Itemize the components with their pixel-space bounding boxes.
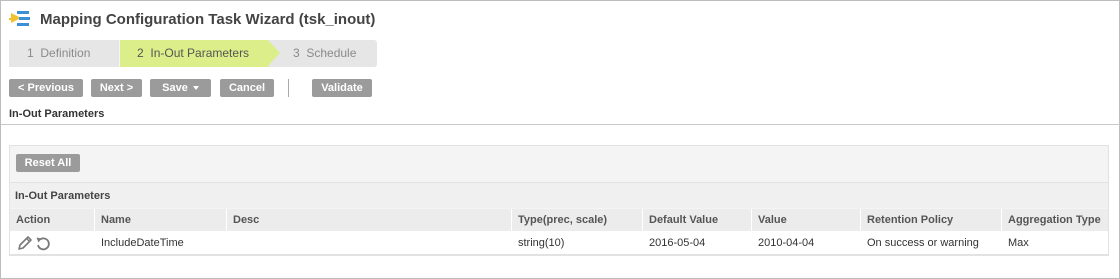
column-header-type[interactable]: Type(prec, scale) xyxy=(512,209,643,231)
table-row: IncludeDateTime string(10) 2016-05-04 20… xyxy=(10,231,1108,255)
section-heading: In-Out Parameters xyxy=(9,108,105,120)
validate-button[interactable]: Validate xyxy=(312,79,372,97)
row-actions xyxy=(10,231,95,254)
step-definition[interactable]: 1 Definition xyxy=(9,40,120,67)
step-number: 2 xyxy=(137,46,144,60)
column-header-name[interactable]: Name xyxy=(95,209,227,231)
wizard-logo-icon xyxy=(9,9,31,29)
section-divider xyxy=(1,124,1120,125)
wizard-steps: 1 Definition 2 In-Out Parameters 3 Sched… xyxy=(9,40,377,67)
column-header-action[interactable]: Action xyxy=(10,209,95,231)
previous-button[interactable]: < Previous xyxy=(9,79,83,97)
cell-name: IncludeDateTime xyxy=(101,236,184,249)
column-header-default-value[interactable]: Default Value xyxy=(643,209,752,231)
wizard-header: Mapping Configuration Task Wizard (tsk_i… xyxy=(9,8,375,30)
parameters-panel: Reset All In-Out Parameters Action Name … xyxy=(9,145,1109,256)
page-title: Mapping Configuration Task Wizard (tsk_i… xyxy=(40,10,376,28)
reset-all-button[interactable]: Reset All xyxy=(16,154,80,172)
step-schedule[interactable]: 3 Schedule xyxy=(268,40,377,67)
cancel-button[interactable]: Cancel xyxy=(220,79,274,97)
cell-retention-policy: On success or warning xyxy=(867,236,979,249)
column-header-value[interactable]: Value xyxy=(752,209,861,231)
step-number: 3 xyxy=(293,46,300,60)
save-button[interactable]: Save xyxy=(150,79,211,97)
toolbar-divider xyxy=(288,79,289,97)
step-number: 1 xyxy=(27,46,34,60)
column-header-desc[interactable]: Desc xyxy=(227,209,512,231)
pencil-icon[interactable] xyxy=(16,234,34,252)
cell-desc xyxy=(227,231,512,254)
undo-icon[interactable] xyxy=(34,234,52,252)
cell-aggregation-type: Max xyxy=(1008,236,1029,249)
wizard-toolbar: < Previous Next > Save Cancel Validate xyxy=(9,79,372,97)
chevron-down-icon xyxy=(192,86,199,91)
save-label: Save xyxy=(162,82,188,94)
step-label: Definition xyxy=(40,46,91,60)
panel-heading: In-Out Parameters xyxy=(15,190,111,202)
cell-type: string(10) xyxy=(518,236,565,249)
table-header: Action Name Desc Type(prec, scale) Defau… xyxy=(10,209,1108,231)
cell-default-value: 2016-05-04 xyxy=(649,236,706,249)
column-header-aggregation-type[interactable]: Aggregation Type xyxy=(1002,209,1108,231)
column-header-retention-policy[interactable]: Retention Policy xyxy=(861,209,1002,231)
wizard-window: Mapping Configuration Task Wizard (tsk_i… xyxy=(0,0,1120,279)
step-label: In-Out Parameters xyxy=(150,46,250,60)
step-label: Schedule xyxy=(306,46,357,60)
cell-value[interactable]: 2010-04-04 xyxy=(752,231,861,254)
step-in-out-parameters[interactable]: 2 In-Out Parameters xyxy=(120,40,280,67)
next-button[interactable]: Next > xyxy=(91,79,142,97)
panel-heading-row: In-Out Parameters xyxy=(10,182,1108,208)
